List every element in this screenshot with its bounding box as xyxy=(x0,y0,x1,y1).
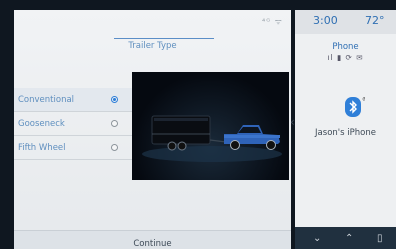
radio-button[interactable] xyxy=(111,96,118,103)
option-label: Conventional xyxy=(18,95,75,105)
top-status-bar: 3:00 72° xyxy=(295,10,396,34)
option-gooseneck[interactable]: Gooseneck xyxy=(14,112,132,136)
phone-status-icons: ıl ▮ ⟳ ✉ xyxy=(327,53,364,62)
option-label: Fifth Wheel xyxy=(18,143,66,153)
radio-button[interactable] xyxy=(111,144,118,151)
title-underline xyxy=(114,38,214,39)
radio-button[interactable] xyxy=(111,120,118,127)
svg-text:®: ® xyxy=(362,96,365,103)
chevron-up-icon[interactable]: ⌃ xyxy=(345,233,353,244)
page-title: Trailer Type xyxy=(128,41,177,51)
clock: 3:00 xyxy=(313,14,338,27)
continue-button[interactable]: Continue xyxy=(14,230,291,249)
connected-device-name[interactable]: Jason's iPhone xyxy=(295,128,396,138)
phone-panel: 3:00 72° Phone ıl ▮ ⟳ ✉ ® Jason's iPhone… xyxy=(295,10,396,249)
truck-trailer-image xyxy=(142,115,282,162)
screen: ⁴ᴳ ᯤ Trailer Type Conventional Gooseneck… xyxy=(0,0,396,249)
trailer-illustration xyxy=(132,72,289,180)
status-icons: ⁴ᴳ ᯤ xyxy=(262,17,283,26)
trailer-type-panel: ⁴ᴳ ᯤ Trailer Type Conventional Gooseneck… xyxy=(14,10,295,249)
option-fifth-wheel[interactable]: Fifth Wheel xyxy=(14,136,132,160)
chevron-down-icon[interactable]: ⌄ xyxy=(313,233,321,244)
bottom-nav-bar: ⌄ ⌃ ▯ xyxy=(295,227,396,249)
bluetooth-icon[interactable]: ® xyxy=(345,95,365,119)
page-icon[interactable]: ▯ xyxy=(377,233,383,244)
option-label: Gooseneck xyxy=(18,119,65,129)
divider xyxy=(14,159,132,160)
option-conventional[interactable]: Conventional xyxy=(14,88,132,112)
outside-temperature: 72° xyxy=(365,14,385,27)
continue-label: Continue xyxy=(133,239,172,249)
phone-title[interactable]: Phone xyxy=(295,42,396,52)
